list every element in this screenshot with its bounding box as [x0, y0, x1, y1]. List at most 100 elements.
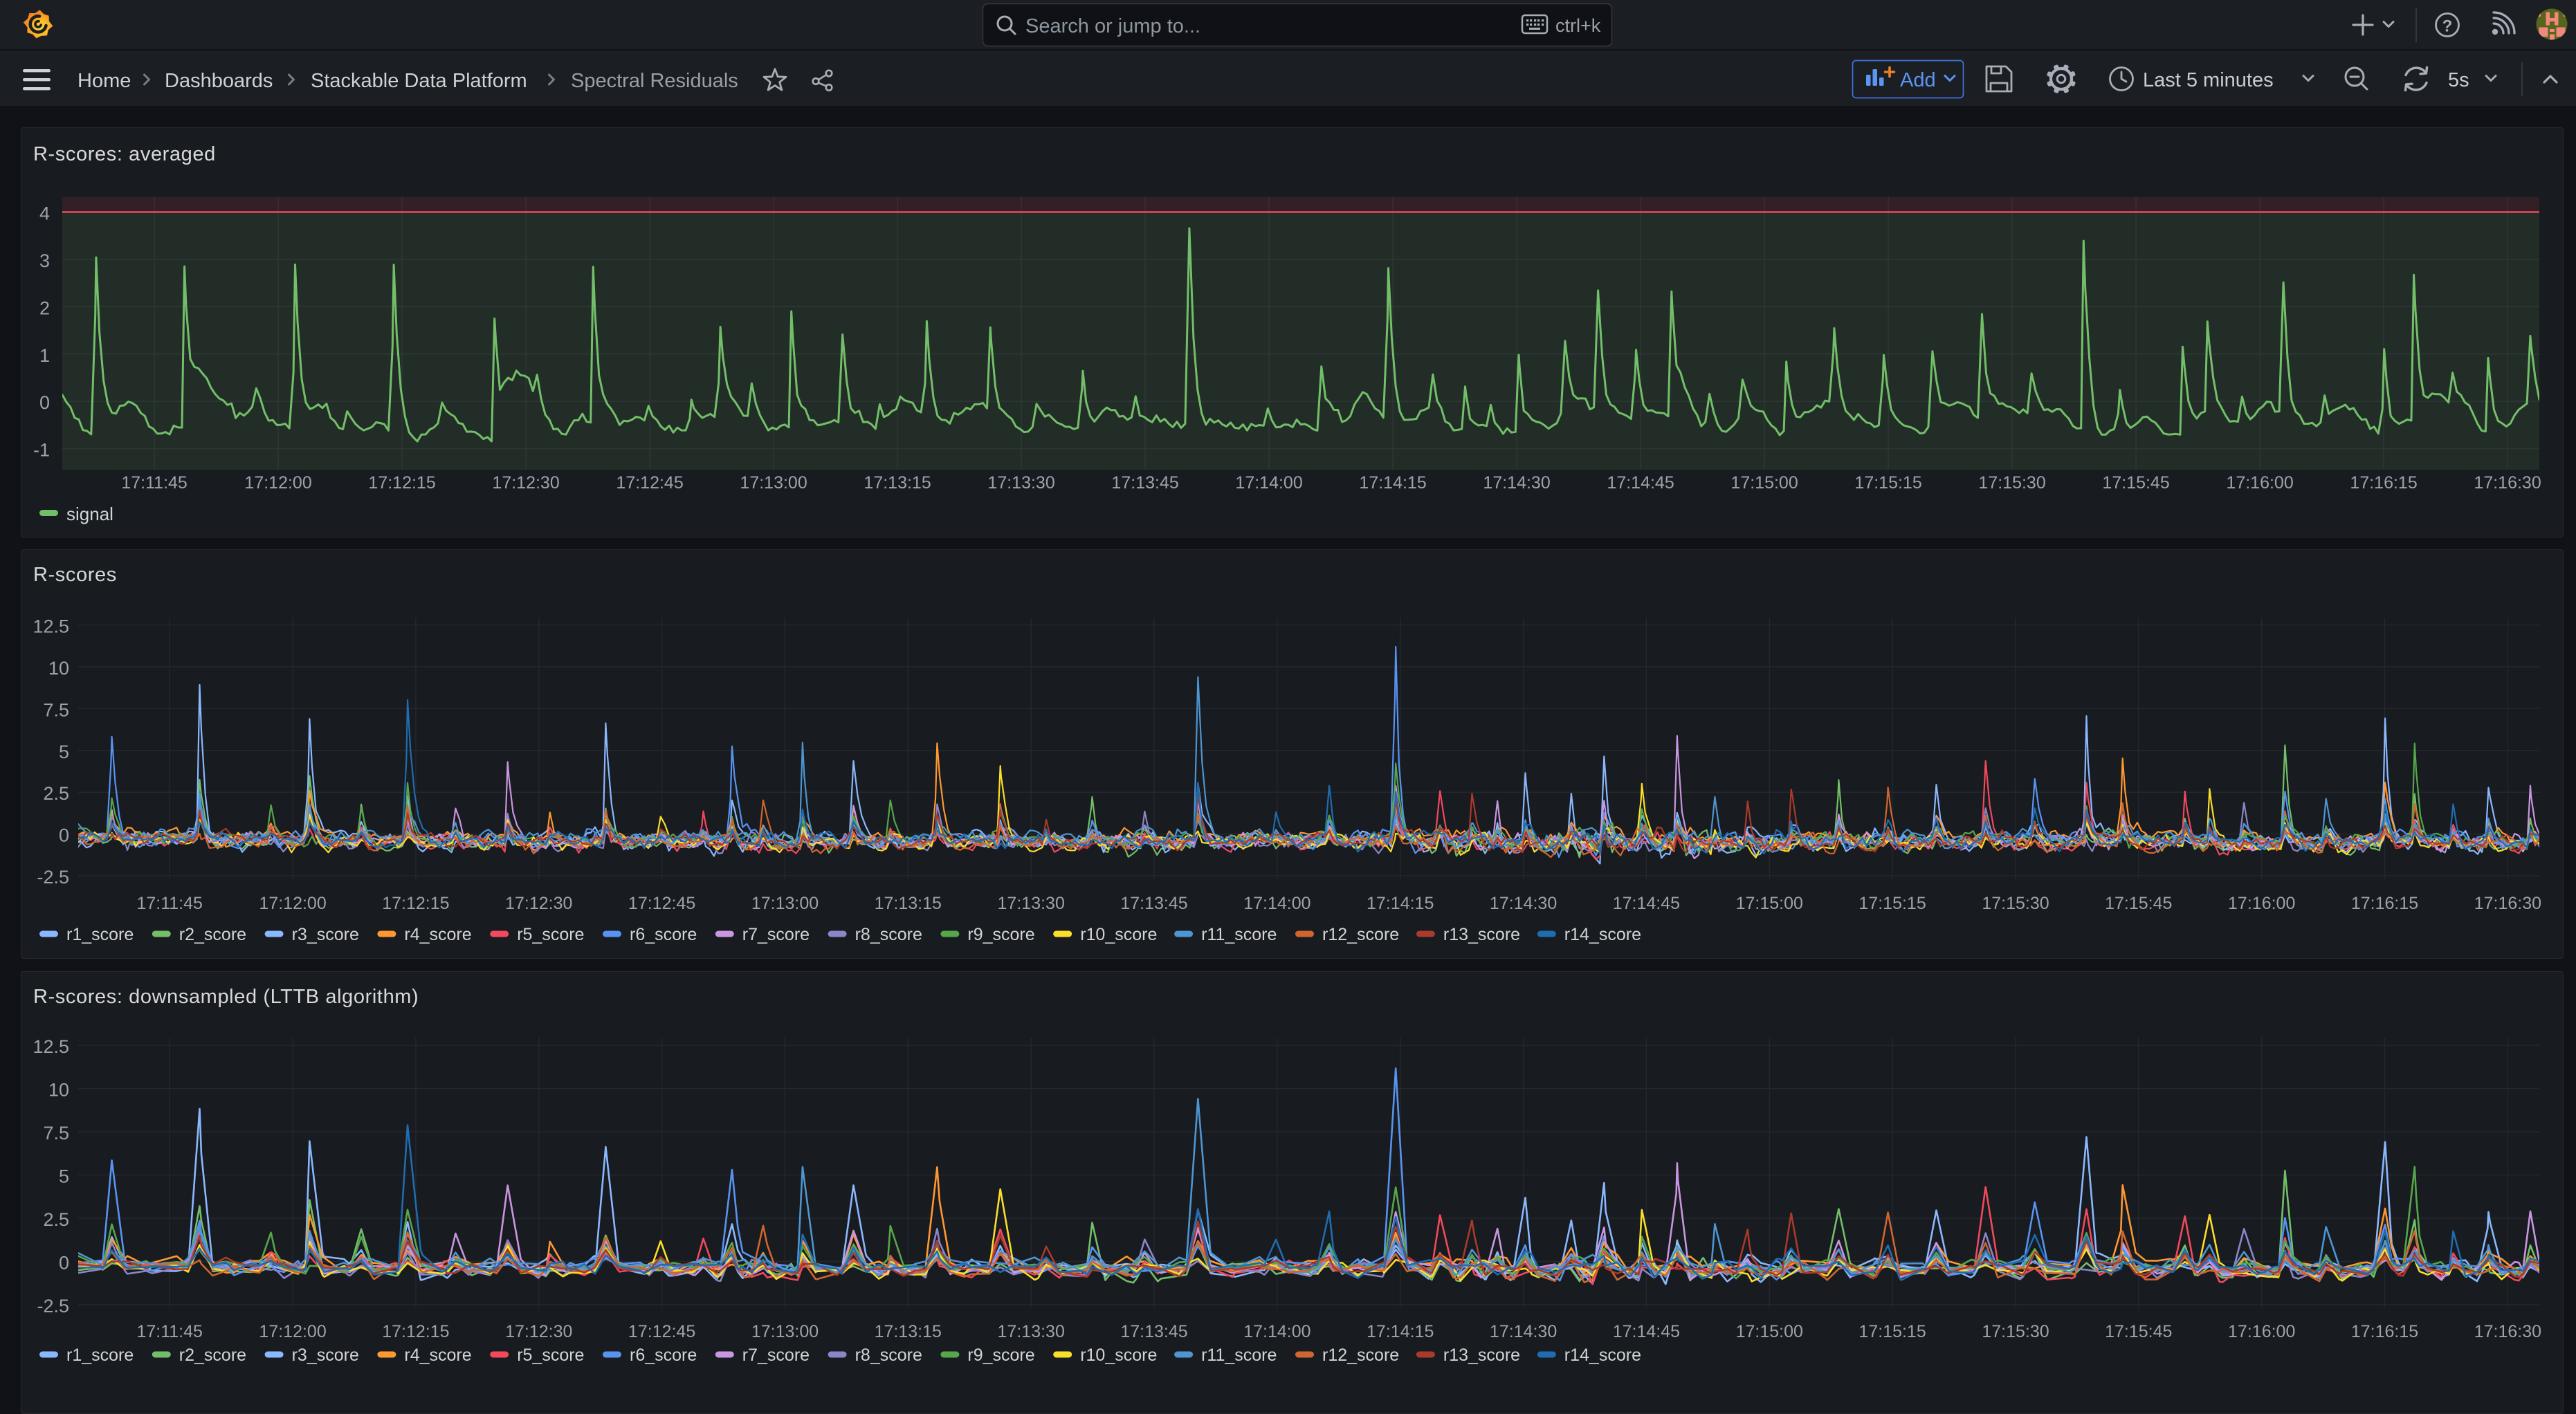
svg-text:r11_score: r11_score — [1201, 925, 1277, 944]
svg-text:r10_score: r10_score — [1080, 1346, 1157, 1365]
svg-text:17:13:15: 17:13:15 — [875, 894, 942, 913]
svg-text:r13_score: r13_score — [1443, 1346, 1520, 1365]
svg-text:17:12:45: 17:12:45 — [616, 473, 683, 493]
svg-text:r8_score: r8_score — [855, 925, 922, 944]
svg-text:17:12:00: 17:12:00 — [244, 473, 311, 493]
svg-text:17:15:45: 17:15:45 — [2102, 473, 2169, 493]
svg-text:17:12:45: 17:12:45 — [628, 894, 695, 913]
svg-text:3: 3 — [39, 250, 50, 271]
svg-text:17:16:15: 17:16:15 — [2350, 473, 2417, 493]
svg-text:2.5: 2.5 — [43, 783, 69, 804]
svg-text:17:16:15: 17:16:15 — [2351, 894, 2418, 913]
svg-text:5s: 5s — [2448, 69, 2469, 91]
svg-text:17:11:45: 17:11:45 — [136, 1322, 202, 1341]
svg-text:17:12:15: 17:12:15 — [368, 473, 435, 493]
svg-text:17:13:45: 17:13:45 — [1111, 473, 1178, 493]
svg-text:17:15:00: 17:15:00 — [1736, 1322, 1803, 1341]
svg-text:17:13:00: 17:13:00 — [740, 473, 807, 493]
svg-text:17:14:30: 17:14:30 — [1490, 1322, 1557, 1341]
svg-text:Home: Home — [77, 70, 131, 92]
svg-text:r5_score: r5_score — [517, 925, 584, 944]
svg-text:r4_score: r4_score — [404, 925, 471, 944]
svg-text:17:14:15: 17:14:15 — [1359, 473, 1426, 493]
svg-text:10: 10 — [48, 1080, 69, 1101]
svg-text:-1: -1 — [33, 440, 50, 461]
svg-text:0: 0 — [59, 825, 69, 846]
svg-text:17:16:30: 17:16:30 — [2474, 473, 2541, 493]
svg-text:0: 0 — [39, 392, 50, 413]
svg-text:17:13:30: 17:13:30 — [998, 894, 1065, 913]
svg-text:4: 4 — [39, 203, 50, 224]
svg-text:17:16:00: 17:16:00 — [2228, 894, 2295, 913]
svg-text:r7_score: r7_score — [742, 925, 810, 944]
svg-text:17:13:15: 17:13:15 — [864, 473, 931, 493]
svg-text:17:15:00: 17:15:00 — [1730, 473, 1798, 493]
svg-text:17:12:15: 17:12:15 — [382, 1322, 449, 1341]
svg-text:r7_score: r7_score — [742, 1346, 810, 1365]
svg-text:r3_score: r3_score — [292, 1346, 359, 1365]
svg-text:12.5: 12.5 — [33, 1036, 69, 1057]
svg-text:Stackable Data Platform: Stackable Data Platform — [311, 70, 527, 92]
svg-text:r12_score: r12_score — [1322, 1346, 1399, 1365]
svg-text:5: 5 — [59, 1166, 69, 1187]
svg-text:1: 1 — [39, 345, 50, 366]
svg-text:17:14:45: 17:14:45 — [1613, 1322, 1680, 1341]
svg-text:17:13:45: 17:13:45 — [1120, 1322, 1187, 1341]
svg-text:5: 5 — [59, 742, 69, 762]
svg-text:17:15:30: 17:15:30 — [1978, 473, 2045, 493]
svg-text:7.5: 7.5 — [43, 1123, 69, 1144]
svg-text:r12_score: r12_score — [1322, 925, 1399, 944]
svg-text:-2.5: -2.5 — [37, 1296, 69, 1316]
svg-text:17:13:30: 17:13:30 — [987, 473, 1054, 493]
svg-text:r3_score: r3_score — [292, 925, 359, 944]
svg-text:r1_score: r1_score — [66, 925, 134, 944]
svg-text:12.5: 12.5 — [33, 616, 69, 637]
svg-text:17:14:45: 17:14:45 — [1613, 894, 1680, 913]
svg-text:ctrl+k: ctrl+k — [1555, 15, 1601, 36]
svg-text:17:12:30: 17:12:30 — [492, 473, 559, 493]
svg-text:17:13:00: 17:13:00 — [751, 894, 819, 913]
svg-text:17:16:00: 17:16:00 — [2228, 1322, 2295, 1341]
svg-text:r10_score: r10_score — [1080, 925, 1157, 944]
svg-text:2.5: 2.5 — [43, 1209, 69, 1230]
svg-text:17:13:30: 17:13:30 — [998, 1322, 1065, 1341]
svg-text:17:14:00: 17:14:00 — [1235, 473, 1302, 493]
svg-text:17:15:00: 17:15:00 — [1736, 894, 1803, 913]
svg-text:Last 5 minutes: Last 5 minutes — [2143, 69, 2274, 91]
svg-text:17:15:45: 17:15:45 — [2105, 1322, 2172, 1341]
svg-text:r2_score: r2_score — [179, 925, 246, 944]
svg-text:Dashboards: Dashboards — [165, 70, 273, 92]
svg-text:r9_score: r9_score — [967, 925, 1034, 944]
svg-text:17:16:15: 17:16:15 — [2351, 1322, 2418, 1341]
svg-text:17:13:15: 17:13:15 — [875, 1322, 942, 1341]
svg-text:7.5: 7.5 — [43, 699, 69, 720]
svg-text:17:12:30: 17:12:30 — [505, 1322, 572, 1341]
svg-text:r6_score: r6_score — [630, 925, 697, 944]
svg-text:17:16:00: 17:16:00 — [2226, 473, 2293, 493]
svg-text:17:14:00: 17:14:00 — [1243, 1322, 1310, 1341]
svg-text:17:15:45: 17:15:45 — [2105, 894, 2172, 913]
svg-text:17:12:00: 17:12:00 — [259, 1322, 326, 1341]
svg-text:r1_score: r1_score — [66, 1346, 134, 1365]
svg-text:17:16:30: 17:16:30 — [2474, 894, 2541, 913]
svg-text:17:14:30: 17:14:30 — [1490, 894, 1557, 913]
svg-text:2: 2 — [39, 297, 50, 318]
svg-text:r5_score: r5_score — [517, 1346, 584, 1365]
svg-text:17:14:00: 17:14:00 — [1243, 894, 1310, 913]
svg-text:17:15:30: 17:15:30 — [1982, 1322, 2049, 1341]
svg-text:r9_score: r9_score — [967, 1346, 1034, 1365]
svg-text:17:12:15: 17:12:15 — [382, 894, 449, 913]
svg-text:10: 10 — [48, 658, 69, 679]
svg-text:17:14:15: 17:14:15 — [1367, 894, 1434, 913]
svg-text:17:11:45: 17:11:45 — [121, 473, 187, 493]
svg-text:17:15:15: 17:15:15 — [1858, 1322, 1926, 1341]
svg-text:17:13:00: 17:13:00 — [751, 1322, 819, 1341]
svg-text:17:12:30: 17:12:30 — [505, 894, 572, 913]
svg-text:17:13:45: 17:13:45 — [1120, 894, 1187, 913]
svg-text:0: 0 — [59, 1253, 69, 1274]
svg-text:17:12:45: 17:12:45 — [628, 1322, 695, 1341]
svg-text:-2.5: -2.5 — [37, 867, 69, 888]
svg-text:17:12:00: 17:12:00 — [259, 894, 326, 913]
svg-text:r6_score: r6_score — [630, 1346, 697, 1365]
svg-text:r2_score: r2_score — [179, 1346, 246, 1365]
